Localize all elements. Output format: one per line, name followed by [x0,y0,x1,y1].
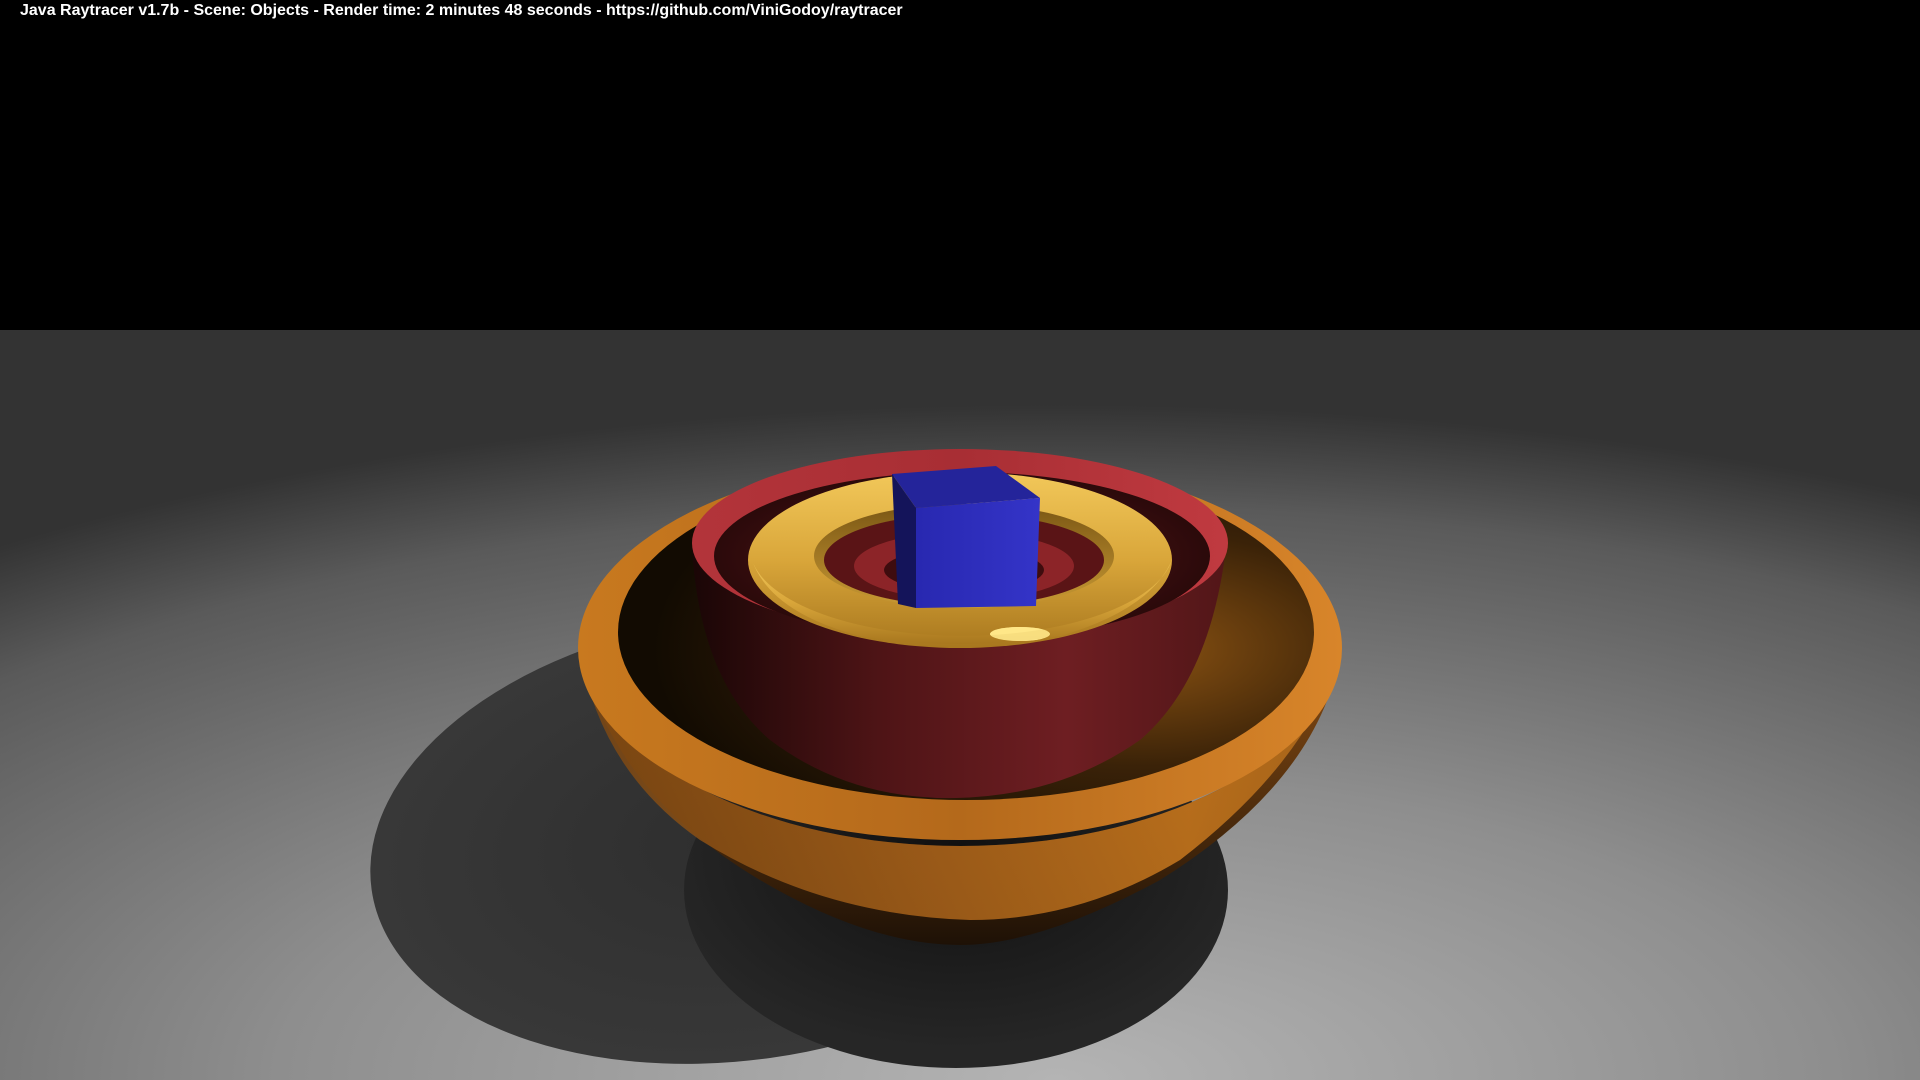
rendered-scene [0,0,1920,1080]
sky-background [0,0,1920,330]
blue-cube-front [916,498,1040,608]
render-window: Java Raytracer v1.7b - Scene: Objects - … [0,0,1920,1080]
render-info-text: Java Raytracer v1.7b - Scene: Objects - … [20,2,903,19]
